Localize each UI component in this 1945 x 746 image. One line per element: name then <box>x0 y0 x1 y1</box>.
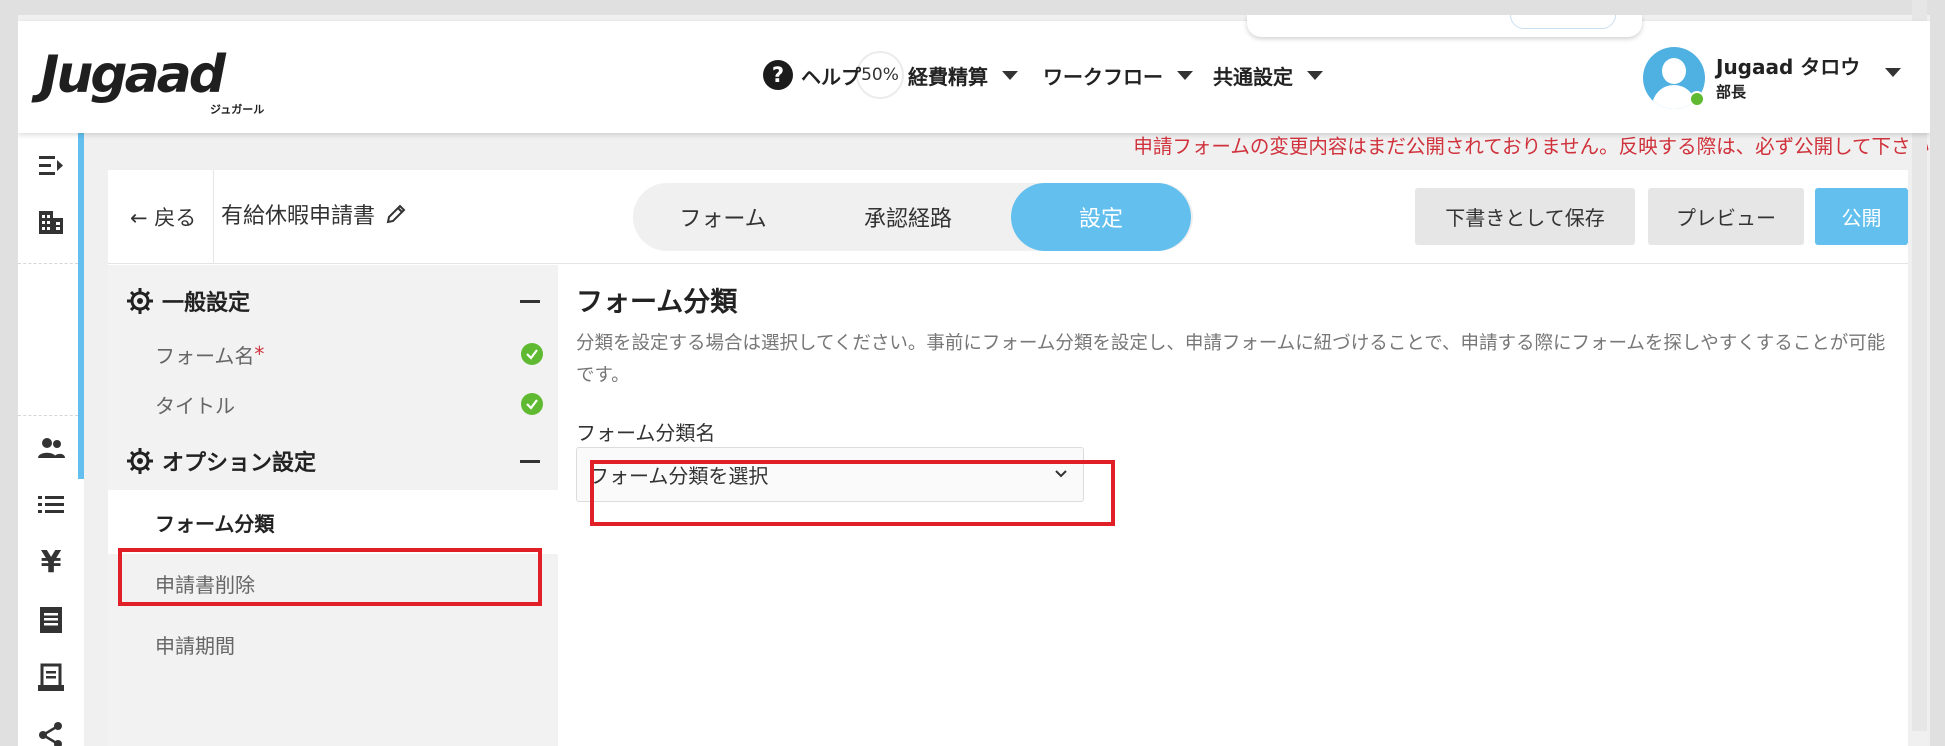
online-status-icon <box>1689 91 1705 107</box>
gear-icon <box>127 448 153 474</box>
nav-help[interactable]: ? ヘルプ <box>763 59 861 91</box>
settings-item-label: 申請期間 <box>155 633 235 658</box>
yen-glyph: ¥ <box>40 544 62 580</box>
form-title[interactable]: 有給休暇申請書 <box>221 198 407 230</box>
settings-item-label: フォーム分類 <box>155 511 275 536</box>
editor-tabs: フォーム 承認経路 設定 <box>633 183 1193 251</box>
logo-subtitle: ジュガール <box>210 103 265 116</box>
check-circle-icon <box>521 343 543 365</box>
logo-text: Jugaad <box>40 45 226 105</box>
tab-approval-route[interactable]: 承認経路 <box>813 183 1003 251</box>
settings-item-label: フォーム名 <box>155 343 255 368</box>
section-options-title: オプション設定 <box>162 451 317 476</box>
chevron-down-icon <box>1002 70 1018 80</box>
unpublished-warning: 申請フォームの変更内容はまだ公開されておりません。反映する際は、必ず公開して下さ… <box>1133 135 1930 158</box>
settings-item-form-category[interactable]: フォーム分類 <box>108 490 558 554</box>
required-mark: * <box>254 342 265 366</box>
back-button[interactable]: ← 戻る <box>130 202 196 232</box>
chevron-down-icon <box>1885 68 1901 77</box>
settings-item-delete-application[interactable]: 申請書削除 <box>108 554 558 612</box>
publish-button[interactable]: 公開 <box>1815 188 1908 245</box>
settings-content: フォーム分類 分類を設定する場合は選択してください。事前にフォーム分類を設定し、… <box>558 265 1908 746</box>
share-icon[interactable] <box>34 718 68 746</box>
tab-settings[interactable]: 設定 <box>1011 183 1191 251</box>
arrow-left-icon: ← <box>130 206 148 230</box>
document-icon[interactable] <box>34 661 68 695</box>
check-circle-icon <box>521 393 543 415</box>
section-general-title: 一般設定 <box>162 291 251 316</box>
sidebar-accent <box>78 133 84 479</box>
zoom-indicator[interactable]: 50% <box>856 51 904 99</box>
nav-expense[interactable]: 経費精算 <box>908 59 1018 91</box>
popup-button-edge[interactable] <box>1510 15 1616 29</box>
form-category-select[interactable]: フォーム分類を選択 <box>576 447 1084 502</box>
building-icon[interactable] <box>34 205 68 239</box>
preview-button[interactable]: プレビュー <box>1648 188 1804 245</box>
menu-collapse-icon[interactable] <box>34 149 68 183</box>
form-category-label: フォーム分類名 <box>576 421 716 445</box>
select-value: フォーム分類を選択 <box>589 464 769 488</box>
receipt-icon[interactable] <box>34 603 68 637</box>
yen-icon[interactable]: ¥ <box>34 544 68 580</box>
back-label: 戻る <box>154 206 197 230</box>
editor-header: ← 戻る 有給休暇申請書 フォーム 承認経路 設定 下書きとして保存 プレビュー… <box>108 170 1908 264</box>
section-general[interactable]: 一般設定 <box>126 285 250 317</box>
section-description: 分類を設定する場合は選択してください。事前にフォーム分類を設定し、申請フォームに… <box>576 333 1886 386</box>
chevron-down-icon <box>1307 70 1323 80</box>
top-header: Jugaad ジュガール 50% ? ヘルプ 経費精算 ワークフロー 共通設定 … <box>18 21 1930 133</box>
form-title-text: 有給休暇申請書 <box>221 204 376 229</box>
nav-common-settings[interactable]: 共通設定 <box>1213 59 1323 91</box>
nav-common-settings-label: 共通設定 <box>1213 64 1293 89</box>
settings-item-title[interactable]: タイトル <box>108 375 558 433</box>
app-logo[interactable]: Jugaad ジュガール <box>40 45 264 116</box>
nav-workflow-label: ワークフロー <box>1043 64 1163 89</box>
collapse-icon[interactable] <box>520 300 540 303</box>
dropdown-popup-edge <box>1247 15 1642 37</box>
list-icon[interactable] <box>34 488 68 522</box>
app-window: Jugaad ジュガール 50% ? ヘルプ 経費精算 ワークフロー 共通設定 … <box>18 15 1930 746</box>
icon-sidebar: ¥ <box>18 133 84 746</box>
settings-item-label: 申請書削除 <box>155 572 255 597</box>
user-name: Jugaad タロウ <box>1716 55 1861 79</box>
settings-item-label: タイトル <box>155 393 235 418</box>
save-draft-button[interactable]: 下書きとして保存 <box>1415 188 1635 245</box>
form-editor-card: ← 戻る 有給休暇申請書 フォーム 承認経路 設定 下書きとして保存 プレビュー… <box>108 170 1908 746</box>
collapse-icon[interactable] <box>520 460 540 463</box>
settings-sidebar: 一般設定 フォーム名 * タイトル オプション設定 フォーム分類 申請書削除 申… <box>108 265 558 746</box>
chevron-down-icon <box>1055 470 1067 478</box>
nav-help-label: ヘルプ <box>801 64 861 89</box>
nav-workflow[interactable]: ワークフロー <box>1043 59 1193 91</box>
user-role: 部長 <box>1716 83 1747 101</box>
pencil-icon[interactable] <box>385 203 407 225</box>
gear-icon <box>127 288 153 314</box>
nav-expense-label: 経費精算 <box>908 64 988 89</box>
help-icon: ? <box>763 60 793 90</box>
section-options[interactable]: オプション設定 <box>126 445 316 477</box>
section-title: フォーム分類 <box>576 287 738 318</box>
settings-item-application-period[interactable]: 申請期間 <box>108 615 558 673</box>
chevron-down-icon <box>1177 70 1193 80</box>
users-icon[interactable] <box>34 431 68 465</box>
tab-form[interactable]: フォーム <box>633 183 813 251</box>
